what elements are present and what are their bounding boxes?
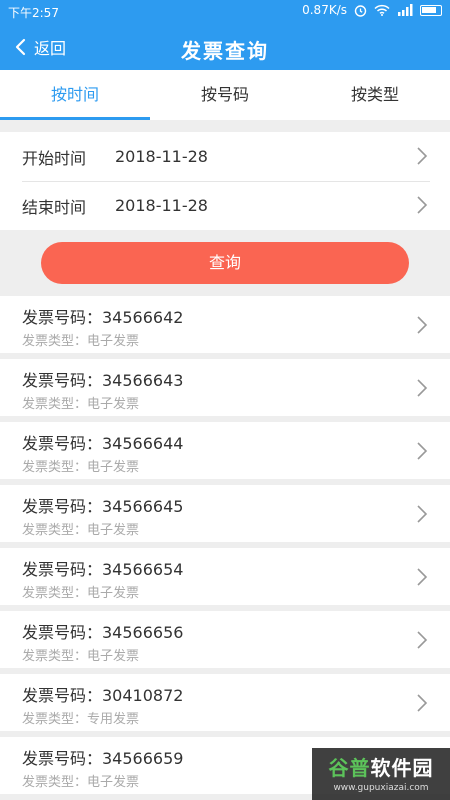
chevron-right-icon [417, 442, 428, 460]
chevron-right-icon [417, 694, 428, 712]
list-item[interactable]: 发票号码：34566645 发票类型：电子发票 [0, 485, 450, 542]
invoice-list: 发票号码：34566642 发票类型：电子发票 发票号码：34566643 发票… [0, 296, 450, 800]
tab-bar: 按时间 按号码 按类型 [0, 70, 450, 120]
end-date-row[interactable]: 结束时间 2018-11-28 [0, 181, 450, 230]
list-item[interactable]: 发票号码：34566642 发票类型：电子发票 [0, 296, 450, 353]
end-date-value: 2018-11-28 [115, 196, 208, 215]
list-item[interactable]: 发票号码：34566654 发票类型：电子发票 [0, 548, 450, 605]
status-bar: 下午2:57 0.87K/s [0, 0, 450, 24]
watermark-url: www.gupuxiazai.com [333, 783, 429, 793]
invoice-number: 发票号码：34566659 [22, 749, 184, 768]
list-item[interactable]: 发票号码：34566643 发票类型：电子发票 [0, 359, 450, 416]
invoice-number: 发票号码：30410872 [22, 686, 184, 705]
tab-by-number[interactable]: 按号码 [150, 70, 300, 120]
status-time: 下午2:57 [8, 6, 59, 20]
start-date-value: 2018-11-28 [115, 147, 208, 166]
chevron-right-icon [417, 631, 428, 649]
invoice-number: 发票号码：34566645 [22, 497, 184, 516]
invoice-number: 发票号码：34566643 [22, 371, 184, 390]
invoice-type: 发票类型：电子发票 [22, 649, 140, 664]
invoice-type: 发票类型：电子发票 [22, 586, 140, 601]
list-item[interactable]: 发票号码：34566656 发票类型：电子发票 [0, 611, 450, 668]
tab-by-time[interactable]: 按时间 [0, 70, 150, 120]
network-speed: 0.87K/s [302, 3, 347, 17]
start-date-label: 开始时间 [22, 148, 87, 168]
invoice-type: 发票类型：电子发票 [22, 460, 140, 475]
watermark-brand: 谷普软件园 [328, 756, 434, 780]
nav-bar: 返回 发票查询 [0, 24, 450, 70]
chevron-right-icon [417, 505, 428, 523]
status-icons: 0.87K/s [302, 3, 442, 17]
signal-icon [398, 4, 413, 16]
invoice-type: 发票类型：电子发票 [22, 397, 140, 412]
watermark-logo: 谷普软件园 www.gupuxiazai.com [312, 748, 450, 800]
invoice-type: 发票类型：电子发票 [22, 334, 140, 349]
start-date-row[interactable]: 开始时间 2018-11-28 [0, 132, 450, 181]
page-title: 发票查询 [181, 39, 269, 63]
alarm-icon [354, 4, 367, 17]
invoice-type: 发票类型：专用发票 [22, 712, 140, 727]
invoice-number: 发票号码：34566654 [22, 560, 184, 579]
chevron-right-icon [417, 568, 428, 586]
tab-by-type[interactable]: 按类型 [300, 70, 450, 120]
date-filter: 开始时间 2018-11-28 结束时间 2018-11-28 [0, 132, 450, 230]
invoice-number: 发票号码：34566642 [22, 308, 184, 327]
invoice-number: 发票号码：34566644 [22, 434, 184, 453]
list-item[interactable]: 发票号码：30410872 发票类型：专用发票 [0, 674, 450, 731]
invoice-type: 发票类型：电子发票 [22, 523, 140, 538]
invoice-type: 发票类型：电子发票 [22, 775, 140, 790]
invoice-number: 发票号码：34566656 [22, 623, 184, 642]
chevron-right-icon [417, 316, 428, 334]
chevron-right-icon [417, 196, 428, 214]
end-date-label: 结束时间 [22, 197, 87, 217]
wifi-icon [374, 4, 390, 16]
chevron-right-icon [417, 147, 428, 165]
list-item[interactable]: 发票号码：34566644 发票类型：电子发票 [0, 422, 450, 479]
query-button[interactable]: 查询 [41, 242, 409, 284]
chevron-right-icon [417, 379, 428, 397]
battery-icon [420, 4, 442, 16]
